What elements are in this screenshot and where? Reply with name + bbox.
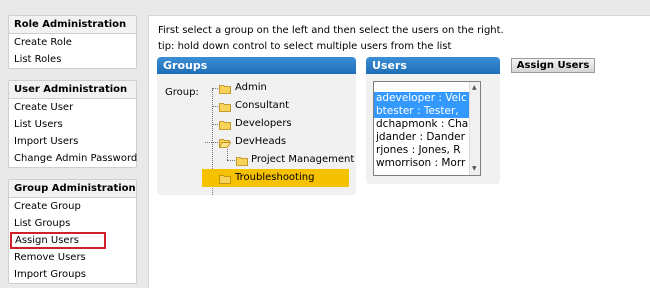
- sidebar: Role Administration Create Role List Rol…: [8, 15, 137, 288]
- user-admin-box: User Administration Create User List Use…: [8, 80, 137, 168]
- assign-users-button[interactable]: Assign Users: [511, 58, 595, 73]
- create-group-link[interactable]: Create Group: [9, 198, 136, 215]
- folder-icon: [236, 155, 248, 166]
- tree-item-admin[interactable]: Admin: [205, 79, 349, 97]
- groups-panel: Groups Group: Admin Consultant Developer…: [157, 57, 356, 195]
- user-option[interactable]: dchapmonk : Cha: [374, 118, 470, 131]
- tree-item-devheads[interactable]: DevHeads: [205, 133, 349, 151]
- group-tree: Admin Consultant Developers DevHeads Pro…: [202, 79, 354, 195]
- users-panel: Users adeveloper : Velc btester : Tester…: [366, 57, 500, 184]
- folder-icon: [219, 173, 231, 184]
- list-roles-link[interactable]: List Roles: [9, 51, 136, 68]
- instruction-text: First select a group on the left and the…: [158, 25, 504, 36]
- users-header: Users: [366, 57, 500, 74]
- scroll-up-icon[interactable]: ▲: [472, 85, 477, 91]
- main-content: First select a group on the left and the…: [148, 15, 650, 288]
- list-users-link[interactable]: List Users: [9, 116, 136, 133]
- group-admin-title: Group Administration: [9, 180, 136, 198]
- remove-users-link[interactable]: Remove Users: [9, 249, 136, 266]
- list-groups-link[interactable]: List Groups: [9, 215, 136, 232]
- scroll-down-icon[interactable]: ▼: [472, 166, 477, 172]
- group-label: Group:: [165, 87, 199, 98]
- change-admin-password-link[interactable]: Change Admin Password: [9, 150, 137, 167]
- role-admin-box: Role Administration Create Role List Rol…: [8, 15, 137, 69]
- create-user-link[interactable]: Create User: [9, 99, 136, 116]
- create-role-link[interactable]: Create Role: [9, 34, 136, 51]
- open-folder-icon: [218, 137, 232, 149]
- groups-header: Groups: [157, 57, 356, 74]
- user-option[interactable]: rjones : Jones, R: [374, 144, 470, 157]
- folder-icon: [219, 119, 231, 130]
- tree-item-troubleshooting[interactable]: Troubleshooting: [202, 169, 349, 187]
- tree-item-project-management[interactable]: Project Management: [205, 151, 354, 169]
- tip-text: tip: hold down control to select multipl…: [158, 41, 452, 52]
- user-option[interactable]: jdander : Dander: [374, 131, 470, 144]
- user-option[interactable]: wmorrison : Morr: [374, 157, 470, 170]
- users-scrollbar[interactable]: ▲ ▼: [469, 82, 480, 175]
- user-option[interactable]: btester : Tester,: [374, 105, 470, 118]
- users-listbox[interactable]: adeveloper : Velc btester : Tester, dcha…: [373, 81, 481, 176]
- user-admin-title: User Administration: [9, 81, 136, 99]
- assign-users-link[interactable]: Assign Users: [10, 232, 106, 249]
- folder-icon: [219, 101, 231, 112]
- users-list: adeveloper : Velc btester : Tester, dcha…: [374, 92, 470, 170]
- folder-icon: [219, 83, 231, 94]
- tree-item-consultant[interactable]: Consultant: [205, 97, 349, 115]
- role-admin-title: Role Administration: [9, 16, 136, 34]
- import-groups-link[interactable]: Import Groups: [9, 266, 136, 283]
- group-admin-box: Group Administration Create Group List G…: [8, 179, 137, 284]
- tree-item-developers[interactable]: Developers: [205, 115, 349, 133]
- import-users-link[interactable]: Import Users: [9, 133, 136, 150]
- user-option[interactable]: adeveloper : Velc: [374, 92, 470, 105]
